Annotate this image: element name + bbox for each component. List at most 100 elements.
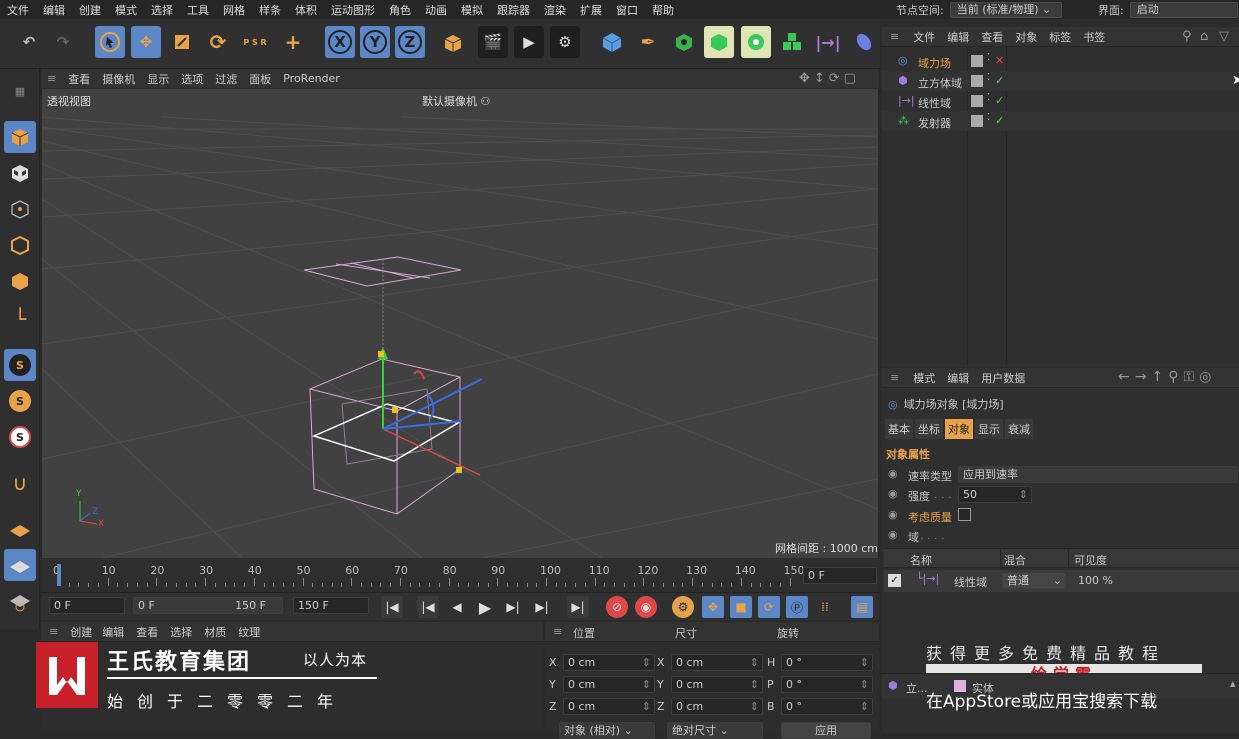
blend-mode-dropdown[interactable]: 普通 ⌄ [1002, 572, 1066, 589]
attr-tab[interactable]: 对象 [945, 419, 973, 439]
menu-mesh[interactable]: 网格 [216, 2, 252, 18]
om-menu-bookmarks[interactable]: 书签 [1077, 29, 1111, 45]
viewport-menu-view[interactable]: 查看 [62, 71, 96, 87]
timeline-window-icon[interactable]: ▤ [851, 596, 873, 618]
stepper-icon[interactable]: ⇕ [860, 655, 869, 670]
stepper-icon[interactable]: ⇕ [750, 655, 759, 670]
menu-help[interactable]: 帮助 [645, 2, 681, 18]
lock-x-icon[interactable]: X [325, 26, 355, 58]
menu-spline[interactable]: 样条 [252, 2, 288, 18]
mat-menu-create[interactable]: 创建 [66, 624, 96, 640]
workplane-icon[interactable] [4, 513, 36, 545]
menu-edit[interactable]: 编辑 [36, 2, 72, 18]
enabled-check-icon[interactable]: ✓ [995, 114, 1004, 127]
position-field[interactable]: 0 cm ⇕ [563, 698, 655, 715]
object-row[interactable]: |→| 线性域 ⁚ ✓ [882, 91, 1239, 111]
scroll-icon[interactable]: ▴ [1230, 677, 1236, 690]
current-frame-field[interactable]: 0 F [803, 567, 877, 584]
viewport-menu-options[interactable]: 选项 [175, 71, 209, 87]
position-field[interactable]: 0 cm ⇕ [563, 654, 655, 671]
attr-tab[interactable]: 基本 [885, 419, 913, 439]
lock-y-icon[interactable]: Y [360, 26, 390, 58]
viewport-menu-prorender[interactable]: ProRender [277, 72, 346, 85]
goto-end-icon[interactable]: ▶| [567, 596, 589, 618]
layer-tag-icon[interactable] [971, 55, 983, 67]
rotation-field[interactable]: 0 ° ⇕ [781, 698, 873, 715]
menu-simulate[interactable]: 模拟 [454, 2, 490, 18]
om-menu-tags[interactable]: 标签 [1043, 29, 1077, 45]
hamburger-icon[interactable]: ≡ [882, 371, 907, 384]
position-field[interactable]: 0 cm ⇕ [563, 676, 655, 693]
menu-mode[interactable]: 模式 [108, 2, 144, 18]
enabled-check-icon[interactable]: ✓ [995, 74, 1004, 87]
make-editable-icon[interactable]: ▦ [4, 75, 36, 107]
scale-icon[interactable] [167, 26, 197, 58]
field-table-row[interactable]: ✓ └|→| 线性域 普通 ⌄ 100 % [884, 570, 1239, 592]
menu-tracker[interactable]: 跟踪器 [490, 2, 537, 18]
om-menu-view[interactable]: 查看 [975, 29, 1009, 45]
edges-mode-icon[interactable] [4, 229, 36, 261]
redo-icon[interactable]: ↷ [48, 26, 78, 58]
mat-menu-texture[interactable]: 纹理 [232, 624, 266, 640]
record-keys-icon[interactable]: ⊘ [606, 596, 628, 618]
viewport-nav-icons[interactable]: ✥↕⟳▢ [799, 71, 860, 86]
visibility-dots-icon[interactable]: ⁚ [987, 92, 990, 103]
hamburger-icon[interactable]: ≡ [41, 625, 66, 638]
cube-icon[interactable] [597, 26, 627, 58]
key-parameter-icon[interactable]: Ⓟ [786, 596, 808, 618]
keyframe-selection-icon[interactable]: ⚙ [672, 596, 694, 618]
render-view-icon[interactable]: ▶ [514, 26, 544, 58]
object-name[interactable]: 线性域 [918, 95, 951, 111]
visibility-dots-icon[interactable]: ⁚ [987, 112, 990, 123]
stepper-icon[interactable]: ⇕ [642, 677, 651, 692]
frame-range-slider[interactable]: 0 F 150 F [133, 597, 283, 614]
attr-nav-icons[interactable]: ←→↑⚲⚿◎ [1118, 369, 1216, 385]
apply-button[interactable]: 应用 [781, 722, 871, 739]
cloner-icon[interactable] [741, 26, 771, 58]
hamburger-icon[interactable]: ≡ [882, 30, 907, 43]
viewport-menu-display[interactable]: 显示 [141, 71, 175, 87]
model-mode-icon[interactable] [4, 121, 36, 153]
key-rotation-icon[interactable]: ⟳ [758, 596, 780, 618]
camera-label[interactable]: 默认摄像机 ⚇ [422, 93, 490, 109]
radio-icon[interactable]: ◉ [888, 508, 898, 521]
menu-extensions[interactable]: 扩展 [573, 2, 609, 18]
am-menu-mode[interactable]: 模式 [907, 370, 941, 386]
field-enable-checkbox[interactable]: ✓ [888, 574, 901, 587]
perspective-viewport[interactable]: 透视视图 默认摄像机 ⚇ Y X Z 网格间距 : 1000 cm [42, 89, 878, 558]
stepper-icon[interactable]: ⇕ [750, 699, 759, 714]
radio-icon[interactable]: ◉ [888, 528, 898, 541]
node-space-dropdown[interactable]: 当前 (标准/物理) ⌄ [949, 1, 1062, 18]
speed-type-dropdown[interactable]: 应用到速率 [958, 466, 1238, 483]
array-icon[interactable] [777, 26, 807, 58]
render-settings-icon[interactable]: ⚙ [550, 26, 580, 58]
menu-render[interactable]: 渲染 [537, 2, 573, 18]
playhead[interactable] [57, 564, 61, 586]
size-mode-dropdown[interactable]: 绝对尺寸 ⌄ [667, 722, 763, 739]
key-scale-icon[interactable]: ■ [730, 596, 752, 618]
volume-icon[interactable] [849, 26, 879, 58]
stepper-icon[interactable]: ⇕ [1019, 487, 1028, 502]
prev-frame-icon[interactable]: ◀ [446, 596, 468, 618]
object-name[interactable]: 发射器 [918, 115, 951, 131]
disabled-cross-icon[interactable]: ✕ [995, 54, 1004, 67]
attr-tab[interactable]: 衰减 [1005, 419, 1033, 439]
rotation-field[interactable]: 0 ° ⇕ [781, 676, 873, 693]
planar-workplane-icon[interactable] [4, 585, 36, 617]
render-region-icon[interactable]: 🎬 [478, 26, 508, 58]
om-menu-object[interactable]: 对象 [1009, 29, 1043, 45]
start-frame-field[interactable]: 0 F [49, 597, 125, 614]
visibility-dots-icon[interactable]: ⁚ [987, 52, 990, 63]
hamburger-icon[interactable]: ≡ [41, 72, 62, 85]
layer-tag-icon[interactable] [971, 115, 983, 127]
timeline-ruler[interactable]: 0102030405060708090100110120130140150 0 … [41, 558, 879, 592]
mat-menu-edit[interactable]: 编辑 [96, 624, 130, 640]
key-pla-icon[interactable]: ⁞⁞ [814, 596, 836, 618]
size-field[interactable]: 0 cm ⇕ [671, 698, 763, 715]
object-name[interactable]: 域力场 [918, 55, 951, 71]
next-key-icon[interactable]: ▶| [531, 596, 553, 618]
size-field[interactable]: 0 cm ⇕ [671, 654, 763, 671]
rotation-field[interactable]: 0 ° ⇕ [781, 654, 873, 671]
size-field[interactable]: 0 cm ⇕ [671, 676, 763, 693]
bottom-item-label[interactable]: 立... [906, 680, 928, 696]
